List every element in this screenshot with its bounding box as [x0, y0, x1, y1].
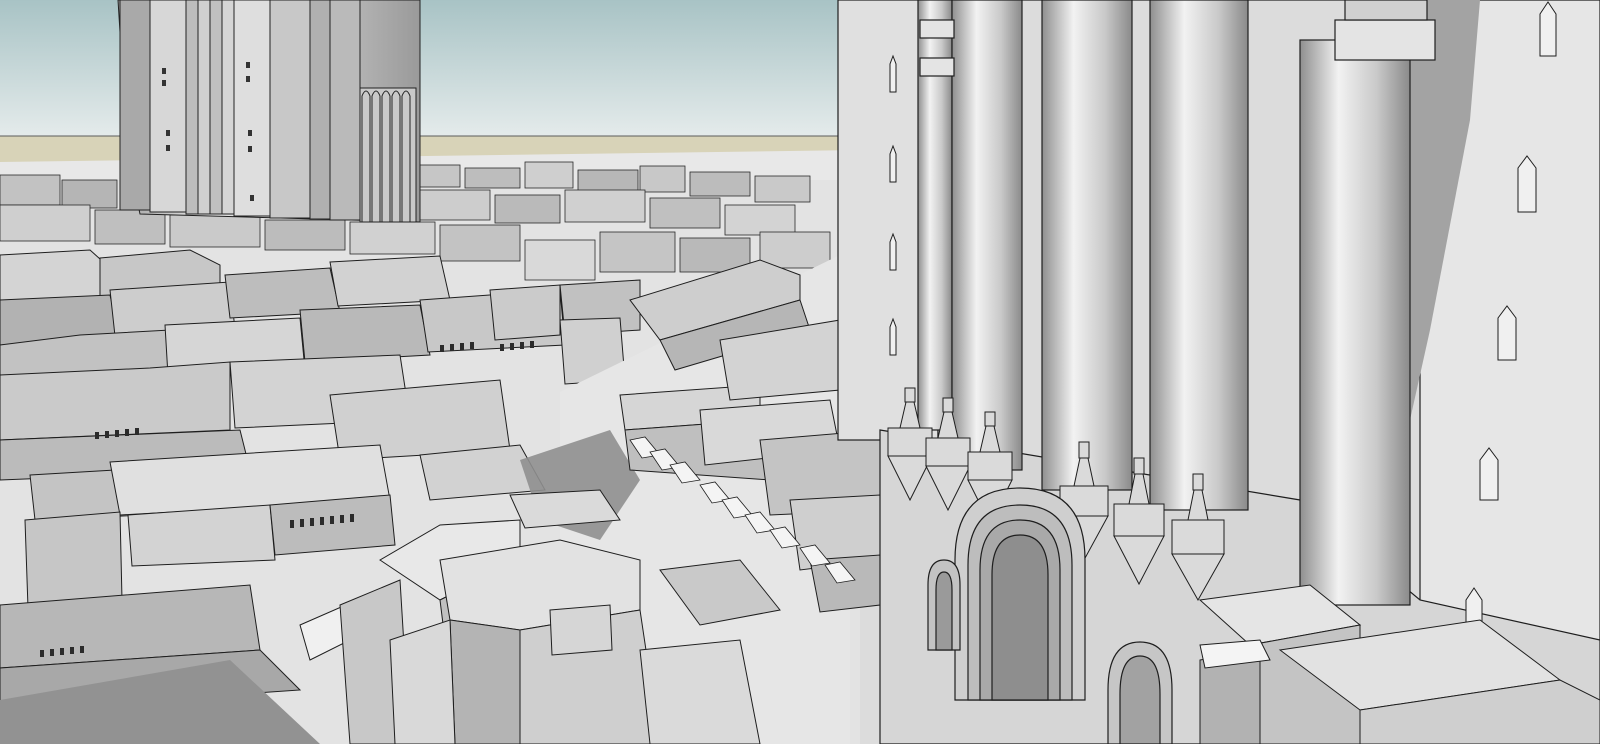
column [1041, 0, 1133, 491]
column [1149, 0, 1249, 511]
column [951, 0, 1023, 471]
background-tower [117, 0, 421, 223]
column [1299, 39, 1411, 606]
city-render [0, 0, 1600, 744]
column-capital [1334, 19, 1436, 61]
column-capital [1344, 0, 1428, 21]
sketch-render-viewport [0, 0, 1600, 744]
